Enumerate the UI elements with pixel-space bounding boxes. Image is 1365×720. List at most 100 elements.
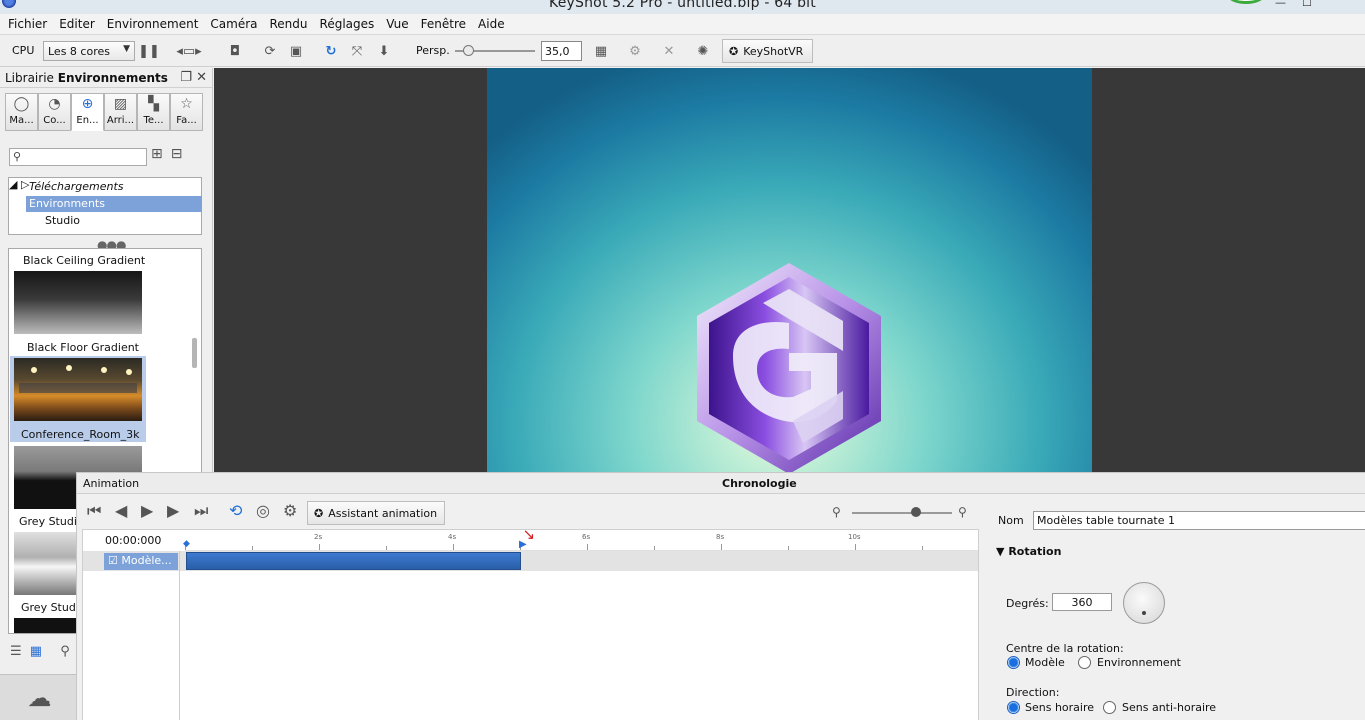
animation-wizard-button[interactable]: ✪ Assistant animation — [307, 501, 445, 525]
library-tab[interactable]: Librairie — [5, 71, 54, 85]
direction-clockwise-radio[interactable] — [1007, 701, 1020, 714]
pause-icon[interactable]: ❚❚ — [138, 35, 160, 67]
direction-counterclockwise-radio[interactable] — [1103, 701, 1116, 714]
drop-to-ground-icon[interactable]: ⬇ — [375, 35, 393, 67]
skip-to-end-icon[interactable]: ⏭ — [194, 501, 208, 521]
cpu-select[interactable]: Les 8 cores ▼ — [43, 41, 135, 61]
lock-camera-icon[interactable]: ▣ — [287, 35, 305, 67]
thumb-label-black-floor: Black Floor Gradient — [27, 341, 139, 354]
screen-resize-icon[interactable]: ◂▭▸ — [172, 35, 206, 67]
add-folder-icon[interactable]: ⊞ — [151, 146, 171, 162]
tree-item-environments[interactable]: Environments — [26, 196, 202, 212]
play-icon[interactable]: ▶ — [141, 501, 153, 520]
menu-reglages[interactable]: Réglages — [314, 17, 381, 31]
menu-aide[interactable]: Aide — [472, 17, 511, 31]
perspective-input[interactable]: 35,0 — [541, 41, 582, 61]
center-environment-radio[interactable] — [1078, 656, 1091, 669]
menu-editer[interactable]: Editer — [53, 17, 101, 31]
skip-to-start-icon[interactable]: ⏮ — [87, 501, 101, 521]
grid-view-icon[interactable]: ▦ — [30, 644, 42, 659]
tab-favorites[interactable]: ☆ Fa... — [170, 93, 203, 131]
list-view-icon[interactable]: ☰ — [10, 644, 22, 659]
tab-materials[interactable]: ◯ Ma... — [5, 93, 38, 131]
animation-wizard-label: Assistant animation — [328, 506, 438, 520]
region-render-icon[interactable]: ▦ — [592, 35, 610, 67]
maximize-button[interactable]: ☐ — [1302, 0, 1312, 9]
tab-environments[interactable]: ⊕ En... — [71, 93, 104, 131]
ruler-tick — [453, 544, 454, 550]
direction-counterclockwise-label: Sens anti-horaire — [1122, 701, 1217, 714]
ruler-tick — [922, 546, 923, 550]
rotation-section[interactable]: ▼ Rotation — [996, 545, 1061, 558]
collapse-triangle-icon: ▼ — [996, 545, 1005, 558]
render-viewport[interactable] — [214, 68, 1365, 472]
performance-mode-icon[interactable]: ⚙ — [626, 35, 644, 67]
render-image[interactable] — [487, 68, 1092, 472]
tab-backplates[interactable]: ▨ Arri... — [104, 93, 137, 131]
tree-item-downloads[interactable]: Téléchargements — [26, 179, 126, 195]
checkbox-icon[interactable]: ☑ — [108, 554, 118, 567]
keyshotvr-label: KeyShotVR — [743, 44, 804, 58]
direction-clockwise-label: Sens horaire — [1025, 701, 1095, 714]
degrees-input[interactable]: 360 — [1052, 593, 1112, 611]
animation-properties: Nom Modèles table tournate 1 ▼ Rotation … — [980, 495, 1365, 720]
keyshot-cloud-icon[interactable]: ☁ — [0, 674, 79, 720]
menu-rendu[interactable]: Rendu — [264, 17, 314, 31]
step-forward-icon[interactable]: ▶ — [167, 501, 179, 520]
tree-item-studio[interactable]: Studio — [42, 213, 83, 229]
zoom-in-icon[interactable]: ⚲ — [958, 505, 967, 519]
menu-vue[interactable]: Vue — [380, 17, 414, 31]
thumbnail-scrollbar[interactable] — [192, 338, 197, 368]
main-toolbar: CPU Les 8 cores ▼ ❚❚ ◂▭▸ ◘ ⟳ ▣ ↻ ⤧ ⬇ Per… — [0, 35, 1365, 67]
thumb-conference-room[interactable] — [14, 358, 142, 421]
close-icon[interactable]: ✕ — [196, 70, 207, 85]
track-divider — [179, 551, 180, 720]
center-model-radio[interactable] — [1007, 656, 1020, 669]
ruler-tick — [319, 544, 320, 550]
zoom-out-icon[interactable]: ⚲ — [832, 505, 841, 519]
ruler-label-4s: 4s — [448, 533, 457, 541]
environments-tab[interactable]: Environnements — [58, 71, 168, 85]
ruler-tick — [654, 546, 655, 550]
keyshotvr-button[interactable]: ✪ KeyShotVR — [722, 39, 813, 63]
thumb-label-black-ceiling: Black Ceiling Gradient — [23, 254, 146, 267]
menu-environnement[interactable]: Environnement — [101, 17, 205, 31]
network-render-icon[interactable]: ✺ — [694, 35, 712, 67]
rotation-dial[interactable] — [1123, 582, 1165, 624]
timeline-area[interactable]: 00:00:000 2s 4s 6s 8s 10s ◆ ▶ ↓ ☑ Modèle… — [82, 524, 979, 720]
screenshot-icon[interactable]: ◘ — [220, 35, 250, 67]
minimize-button[interactable]: — — [1275, 0, 1286, 9]
preview-icon[interactable]: ◎ — [256, 501, 270, 520]
thumb-black-ceiling-gradient[interactable] — [14, 271, 142, 334]
library-header: Librairie Environnements ❐ ✕ — [0, 68, 213, 88]
turntable-animation-bar[interactable] — [186, 552, 521, 570]
loop-icon[interactable]: ⟲ — [229, 501, 242, 520]
animation-panel-label: Animation — [83, 477, 140, 490]
tab-textures[interactable]: ▚ Te... — [137, 93, 170, 131]
search-icon: ⚲ — [13, 150, 22, 163]
hexagon-logo-model[interactable] — [693, 261, 885, 472]
settings-gear-icon[interactable]: ⚙ — [283, 501, 297, 520]
refresh-icon[interactable]: ⟳ — [262, 35, 278, 67]
timeline-track-row[interactable]: ☑ Modèle... — [83, 551, 978, 571]
undock-icon[interactable]: ❐ — [180, 70, 192, 85]
timeline-zoom-knob[interactable] — [911, 507, 921, 517]
fit-view-icon[interactable]: ⤧ — [348, 35, 366, 67]
track-name[interactable]: ☑ Modèle... — [104, 553, 178, 570]
name-input[interactable]: Modèles table tournate 1 — [1033, 511, 1365, 530]
menu-fenetre[interactable]: Fenêtre — [415, 17, 472, 31]
remove-folder-icon[interactable]: ⊟ — [171, 146, 191, 162]
menu-fichier[interactable]: Fichier — [2, 17, 53, 31]
perspective-slider-knob[interactable] — [463, 45, 474, 56]
tool-disabled-icon[interactable]: ✕ — [660, 35, 678, 67]
step-back-icon[interactable]: ◀ — [115, 501, 127, 520]
search-icon[interactable]: ⚲ — [60, 644, 70, 659]
menu-camera[interactable]: Caméra — [204, 17, 263, 31]
library-search-input[interactable]: ⚲ — [9, 148, 147, 166]
expanded-triangle-icon[interactable]: ◢ — [9, 178, 17, 191]
timeline-zoom-slider[interactable] — [852, 512, 952, 514]
tab-colors[interactable]: ◔ Co... — [38, 93, 71, 131]
playhead-marker[interactable]: ◆ — [183, 539, 190, 549]
reset-view-icon[interactable]: ↻ — [322, 35, 340, 67]
timeline-ruler[interactable]: 2s 4s 6s 8s 10s — [185, 530, 978, 551]
